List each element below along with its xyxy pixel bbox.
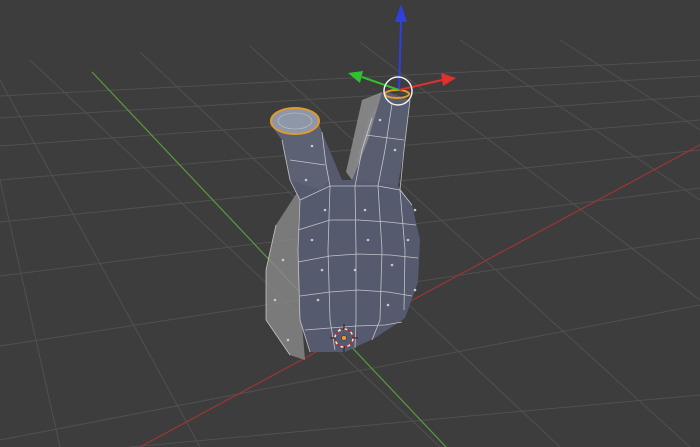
move-arrows-icon[interactable]: [348, 4, 456, 106]
object-origin-icon: [341, 335, 347, 341]
3d-viewport[interactable]: [0, 0, 700, 447]
x-axis-line: [139, 144, 700, 447]
gizmo-y-handle[interactable]: [361, 76, 400, 91]
gizmo-z-handle[interactable]: [398, 21, 402, 91]
